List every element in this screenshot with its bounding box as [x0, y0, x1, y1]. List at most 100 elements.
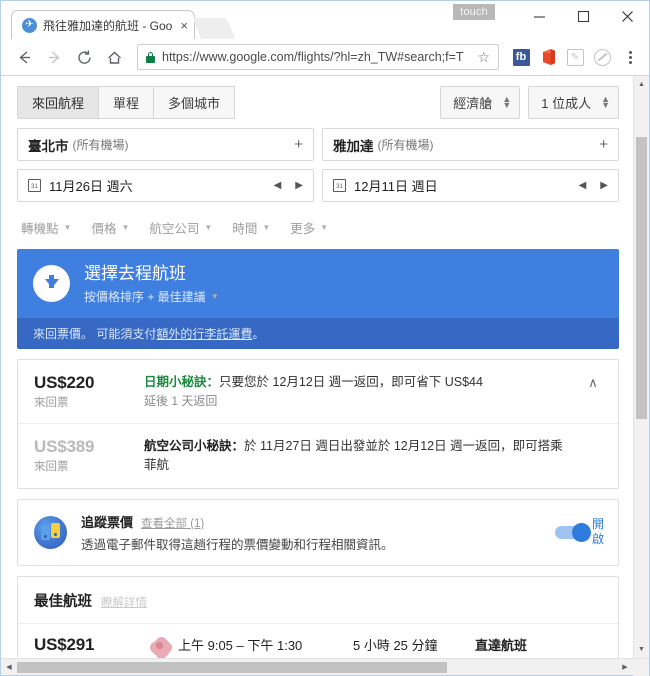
note-extension-icon[interactable]: ✎ — [564, 46, 586, 68]
depart-next-day-icon[interactable]: ▶ — [295, 180, 303, 191]
close-button[interactable] — [605, 3, 649, 29]
chevron-down-icon: ▼ — [64, 223, 72, 232]
hero-text-group: 選擇去程航班 按價格排序 + 最佳建議 ▼ — [84, 263, 219, 305]
add-destination-icon[interactable]: + — [599, 136, 608, 153]
browser-window: ✈ 飛往雅加達的航班 - Goo × touch — [0, 0, 650, 676]
track-prices-description: 透過電子郵件取得這趟行程的票價變動和行程相關資訊。 — [81, 534, 555, 553]
flight-airlines: 華航 · 印尼航空 — [178, 656, 353, 658]
vertical-scrollbar[interactable]: ▲ ▼ — [633, 76, 649, 658]
tip-price-label: 來回票 — [34, 458, 144, 474]
filter-times-label: 時間 — [232, 218, 257, 237]
flight-price: US$291 — [34, 635, 144, 655]
filter-airlines-label: 航空公司 — [149, 218, 199, 237]
calendar-icon: 31 — [333, 179, 346, 192]
filter-more[interactable]: 更多 ▼ — [290, 218, 328, 237]
filter-airlines[interactable]: 航空公司 ▼ — [149, 218, 212, 237]
filter-stops[interactable]: 轉機點 ▼ — [21, 218, 71, 237]
reload-button[interactable] — [69, 43, 99, 71]
minimize-button[interactable] — [517, 3, 561, 29]
tip-row[interactable]: US$389 來回票 航空公司小秘訣：於 11月27日 週日出發並於 12月12… — [18, 423, 618, 488]
best-flights-learn-more-link[interactable]: 瞭解詳情 — [101, 594, 147, 610]
passengers-value: 1 位成人 — [541, 93, 591, 112]
chevron-down-icon: ▼ — [121, 223, 129, 232]
maximize-button[interactable] — [561, 3, 605, 29]
touch-badge: touch — [453, 4, 495, 20]
tab-strip: ✈ 飛往雅加達的航班 - Goo × — [1, 10, 231, 39]
flight-price-group: US$291 來回票 — [34, 635, 144, 658]
lock-icon — [146, 52, 155, 63]
tip-row[interactable]: US$220 來回票 日期小秘訣：只要您於 12月12日 週一返回，即可省下 U… — [18, 360, 618, 423]
hero-subtitle: 按價格排序 + 最佳建議 — [84, 288, 206, 305]
scroll-down-icon[interactable]: ▼ — [634, 641, 649, 658]
trip-type-roundtrip[interactable]: 來回航程 — [17, 86, 99, 119]
chevron-up-icon[interactable]: ∧ — [582, 373, 604, 391]
flight-route: TPE-CGK — [353, 656, 475, 658]
return-prev-day-icon[interactable]: ◀ — [579, 180, 587, 191]
bookmark-star-icon[interactable]: ☆ — [471, 49, 490, 66]
chevron-updown-icon: ▲▼ — [601, 97, 610, 108]
best-flights-header: 最佳航班 瞭解詳情 — [18, 577, 618, 623]
tip-price-label: 來回票 — [34, 394, 144, 410]
hscroll-thumb[interactable] — [17, 662, 447, 673]
tip-price-group: US$220 來回票 — [34, 373, 144, 410]
filter-stops-label: 轉機點 — [21, 218, 59, 237]
depart-prev-day-icon[interactable]: ◀ — [274, 180, 282, 191]
horizontal-scrollbar[interactable]: ◀ ▶ — [1, 658, 649, 675]
select-outbound-banner: 選擇去程航班 按價格排序 + 最佳建議 ▼ — [17, 249, 619, 318]
origin-note: (所有機場) — [73, 136, 129, 153]
depart-date-field[interactable]: 31 11月26日 週六 ◀ ▶ — [17, 169, 314, 202]
tip-highlight: 航空公司小秘訣： — [144, 439, 244, 453]
passengers-select[interactable]: 1 位成人 ▲▼ — [528, 86, 619, 119]
price-tag-icon — [34, 516, 67, 549]
track-prices-toggle[interactable] — [555, 526, 589, 539]
new-tab-button[interactable] — [193, 18, 235, 39]
flight-price-label: 來回票 — [34, 656, 144, 658]
origin-city: 臺北市 — [28, 135, 69, 155]
cabin-class-select[interactable]: 經濟艙 ▲▼ — [440, 86, 520, 119]
address-bar[interactable]: https://www.google.com/flights/?hl=zh_TW… — [137, 44, 499, 70]
blocker-extension-icon[interactable] — [591, 46, 613, 68]
view-all-link[interactable]: 查看全部 (1) — [141, 515, 204, 531]
tab-close-icon[interactable]: × — [180, 18, 188, 33]
flight-duration: 5 小時 25 分鐘 — [353, 635, 475, 654]
back-button[interactable] — [9, 43, 39, 71]
return-date-steppers: ◀ ▶ — [579, 180, 608, 191]
scroll-left-icon[interactable]: ◀ — [1, 663, 17, 671]
track-prices-toggle-group: 開啟 — [555, 517, 606, 547]
origin-field[interactable]: 臺北市 (所有機場) + — [17, 128, 314, 161]
add-origin-icon[interactable]: + — [294, 136, 303, 153]
trip-options-row: 來回航程 單程 多個城市 經濟艙 ▲▼ 1 位成人 ▲▼ — [17, 86, 619, 119]
tip-text: 只要您於 12月12日 週一返回，即可省下 US$44 — [219, 375, 483, 389]
filter-times[interactable]: 時間 ▼ — [232, 218, 270, 237]
tab-title: 飛往雅加達的航班 - Goo — [43, 17, 172, 34]
toggle-state-label: 開啟 — [592, 517, 606, 547]
best-flights-card: 最佳航班 瞭解詳情 US$291 來回票 — [17, 576, 619, 658]
scroll-up-icon[interactable]: ▲ — [634, 76, 649, 93]
chrome-menu-icon[interactable] — [619, 45, 641, 69]
destination-field[interactable]: 雅加達 (所有機場) + — [322, 128, 619, 161]
destination-note: (所有機場) — [378, 136, 434, 153]
trip-type-multicity[interactable]: 多個城市 — [153, 86, 235, 119]
browser-toolbar: https://www.google.com/flights/?hl=zh_TW… — [1, 39, 649, 76]
baggage-fee-link[interactable]: 額外的行李託運費 — [156, 327, 252, 341]
table-row[interactable]: US$291 來回票 — [18, 623, 618, 658]
title-bar: ✈ 飛往雅加達的航班 - Goo × touch — [1, 1, 649, 39]
office-extension-icon[interactable] — [537, 46, 559, 68]
vscroll-thumb[interactable] — [636, 137, 647, 419]
tip-body: 日期小秘訣：只要您於 12月12日 週一返回，即可省下 US$44 延後 1 天… — [144, 373, 582, 411]
tip-price: US$389 — [34, 437, 144, 457]
track-prices-title: 追蹤票價 — [81, 512, 133, 531]
hero-sort-option[interactable]: 按價格排序 + 最佳建議 ▼ — [84, 288, 219, 305]
facebook-extension-icon[interactable]: fb — [510, 46, 532, 68]
return-next-day-icon[interactable]: ▶ — [600, 180, 608, 191]
flights-page: 來回航程 單程 多個城市 經濟艙 ▲▼ 1 位成人 ▲▼ — [1, 76, 633, 658]
browser-tab[interactable]: ✈ 飛往雅加達的航班 - Goo × — [11, 10, 195, 39]
hero-title: 選擇去程航班 — [84, 263, 219, 286]
scroll-right-icon[interactable]: ▶ — [617, 663, 633, 671]
page-content: 來回航程 單程 多個城市 經濟艙 ▲▼ 1 位成人 ▲▼ — [1, 76, 633, 658]
home-button[interactable] — [99, 43, 129, 71]
trip-type-oneway[interactable]: 單程 — [98, 86, 154, 119]
tip-price-group: US$389 來回票 — [34, 437, 144, 474]
filter-price[interactable]: 價格 ▼ — [91, 218, 129, 237]
return-date-field[interactable]: 31 12月11日 週日 ◀ ▶ — [322, 169, 619, 202]
